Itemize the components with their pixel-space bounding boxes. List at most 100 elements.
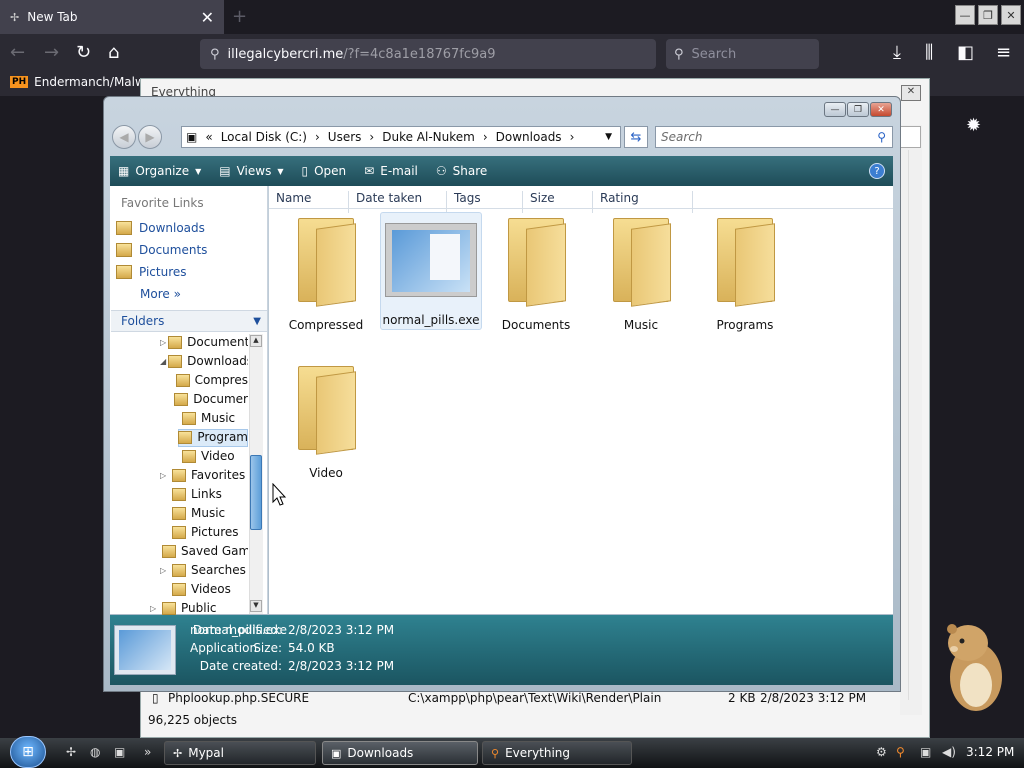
close-tab-icon[interactable]: ✕ (201, 8, 214, 27)
open-button[interactable]: ▯ Open (302, 164, 347, 178)
organize-button[interactable]: ▦ Organize ▼ (118, 164, 201, 178)
tree-item[interactable]: ▷ Document (160, 335, 248, 349)
expand-toggle-icon[interactable]: ◢ (160, 357, 166, 366)
column-name[interactable]: Name (269, 191, 349, 213)
breadcrumb-duke[interactable]: Duke Al-Nukem (382, 130, 475, 144)
network-tray-icon[interactable]: ▣ (920, 745, 931, 759)
tree-item[interactable]: Compres (170, 373, 248, 387)
url-bar[interactable]: ⚲ illegalcybercri.me/?f=4c8a1e18767fc9a9 (200, 39, 656, 69)
new-tab-button[interactable]: + (232, 6, 247, 27)
expand-toggle-icon[interactable]: ▷ (160, 338, 166, 347)
column-date-taken[interactable]: Date taken (349, 191, 447, 213)
breadcrumb-downloads[interactable]: Downloads (496, 130, 562, 144)
list-item[interactable]: normal_pills.exe (380, 212, 482, 330)
tree-item[interactable]: Documer (170, 392, 248, 406)
address-bar[interactable]: ▣ « Local Disk (C:) › Users › Duke Al-Nu… (181, 126, 621, 148)
gear-icon[interactable]: ✹ (966, 115, 981, 136)
email-button[interactable]: ✉ E-mail (364, 164, 418, 178)
list-item[interactable]: Documents (488, 212, 584, 332)
list-item[interactable]: Compressed (278, 212, 374, 332)
scroll-down-icon[interactable]: ▼ (250, 600, 262, 612)
reload-icon[interactable]: ↻ (76, 43, 91, 63)
tree-item[interactable]: Links (160, 487, 248, 501)
taskbar-button-downloads[interactable]: ▣ Downloads (322, 741, 478, 765)
forward-arrow-icon[interactable]: ▶ (138, 125, 162, 149)
chevron-right-icon[interactable]: › (369, 130, 374, 144)
folders-header[interactable]: Folders ▼ (111, 310, 267, 332)
volume-tray-icon[interactable]: ◀) (942, 745, 956, 759)
share-button[interactable]: ⚇ Share (436, 164, 487, 178)
mypal-quick-launch-icon[interactable]: ◍ (90, 745, 100, 759)
library-icon[interactable]: ⫼ (925, 43, 933, 63)
tree-item[interactable]: Program (170, 430, 248, 444)
scroll-up-icon[interactable]: ▲ (250, 335, 262, 347)
explorer-close-button[interactable]: ✕ (870, 102, 892, 117)
tree-item[interactable]: ▷ Public (150, 601, 248, 615)
chevron-right-icon[interactable]: › (483, 130, 488, 144)
forward-arrow-icon[interactable]: → (44, 43, 59, 63)
downloads-icon[interactable]: ⤓ (893, 43, 901, 63)
home-icon[interactable]: ⌂ (108, 43, 119, 63)
tab-new-tab[interactable]: ✢ New Tab ✕ (0, 0, 224, 34)
tree-item[interactable]: Saved Gam (160, 544, 248, 558)
list-item[interactable]: Music (593, 212, 689, 332)
tree-scroll-thumb[interactable] (250, 455, 262, 530)
sidebar-icon[interactable]: ◧ (957, 43, 974, 63)
minimize-window-button[interactable]: — (955, 5, 975, 25)
column-size[interactable]: Size (523, 191, 593, 213)
close-window-button[interactable]: ✕ (1001, 5, 1021, 25)
breadcrumb-local-disk[interactable]: Local Disk (C:) (221, 130, 307, 144)
taskbar-button-everything[interactable]: ⚲ Everything (482, 741, 632, 765)
tree-item[interactable]: Music (160, 506, 248, 520)
taskbar-button-mypal[interactable]: ✢ Mypal (164, 741, 316, 765)
chevron-right-icon[interactable]: › (570, 130, 575, 144)
chevron-down-icon[interactable]: ▼ (605, 132, 612, 142)
menu-icon[interactable]: ≡ (996, 43, 1011, 63)
breadcrumb-overflow[interactable]: « (205, 130, 212, 144)
tree-item[interactable]: ▷ Searches (160, 563, 248, 577)
email-label: E-mail (380, 164, 418, 178)
show-desktop-icon[interactable]: ✢ (66, 745, 76, 759)
help-icon[interactable]: ? (869, 163, 885, 179)
tree-item[interactable]: Pictures (160, 525, 248, 539)
column-rating[interactable]: Rating (593, 191, 693, 213)
search-icon[interactable]: ⚲ (877, 130, 886, 144)
chevron-right-icon[interactable]: › (315, 130, 320, 144)
everything-scrollbar[interactable] (908, 150, 922, 700)
switch-windows-icon[interactable]: ▣ (114, 745, 125, 759)
everything-close-button[interactable]: ✕ (901, 85, 921, 101)
everything-search-input[interactable] (899, 126, 921, 148)
favorite-link-documents[interactable]: Documents (116, 243, 207, 257)
tree-item[interactable]: ▷ Favorites (160, 468, 248, 482)
expand-toggle-icon[interactable]: ▷ (160, 566, 170, 575)
more-link[interactable]: More » (140, 287, 181, 301)
explorer-maximize-button[interactable]: ❐ (847, 102, 869, 117)
column-tags[interactable]: Tags (447, 191, 523, 213)
favorite-link-downloads[interactable]: Downloads (116, 221, 205, 235)
explorer-search-input[interactable]: Search ⚲ (655, 126, 893, 148)
tree-item[interactable]: Videos (160, 582, 248, 596)
tree-item[interactable]: ◢ Downloads (160, 354, 248, 368)
restore-window-button[interactable]: ❐ (978, 5, 998, 25)
back-arrow-icon[interactable]: ← (10, 43, 25, 63)
favorite-link-pictures[interactable]: Pictures (116, 265, 187, 279)
bookmark-endermanch[interactable]: PH Endermanch/Malwa (10, 75, 152, 89)
quick-launch-overflow-icon[interactable]: » (144, 745, 151, 759)
list-item[interactable]: Programs (697, 212, 793, 332)
table-row[interactable]: ▯ Phplookup.php.SECURE C:\xampp\php\pear… (148, 690, 908, 708)
tree-item[interactable]: Video (170, 449, 248, 463)
windows-start-icon[interactable]: ⊞ (10, 736, 46, 768)
clock[interactable]: 3:12 PM (966, 745, 1014, 759)
tree-item[interactable]: Music (170, 411, 248, 425)
browser-search-input[interactable]: ⚲ Search (666, 39, 819, 69)
back-arrow-icon[interactable]: ◀ (112, 125, 136, 149)
expand-toggle-icon[interactable]: ▷ (150, 604, 160, 613)
expand-toggle-icon[interactable]: ▷ (160, 471, 170, 480)
refresh-icon[interactable]: ⇆ (624, 126, 648, 148)
tools-tray-icon[interactable]: ⚙ (876, 745, 887, 759)
list-item[interactable]: Video (278, 360, 374, 480)
everything-tray-icon[interactable]: ⚲ (896, 745, 905, 759)
views-button[interactable]: ▤ Views ▼ (219, 164, 283, 178)
explorer-minimize-button[interactable]: — (824, 102, 846, 117)
breadcrumb-users[interactable]: Users (328, 130, 362, 144)
